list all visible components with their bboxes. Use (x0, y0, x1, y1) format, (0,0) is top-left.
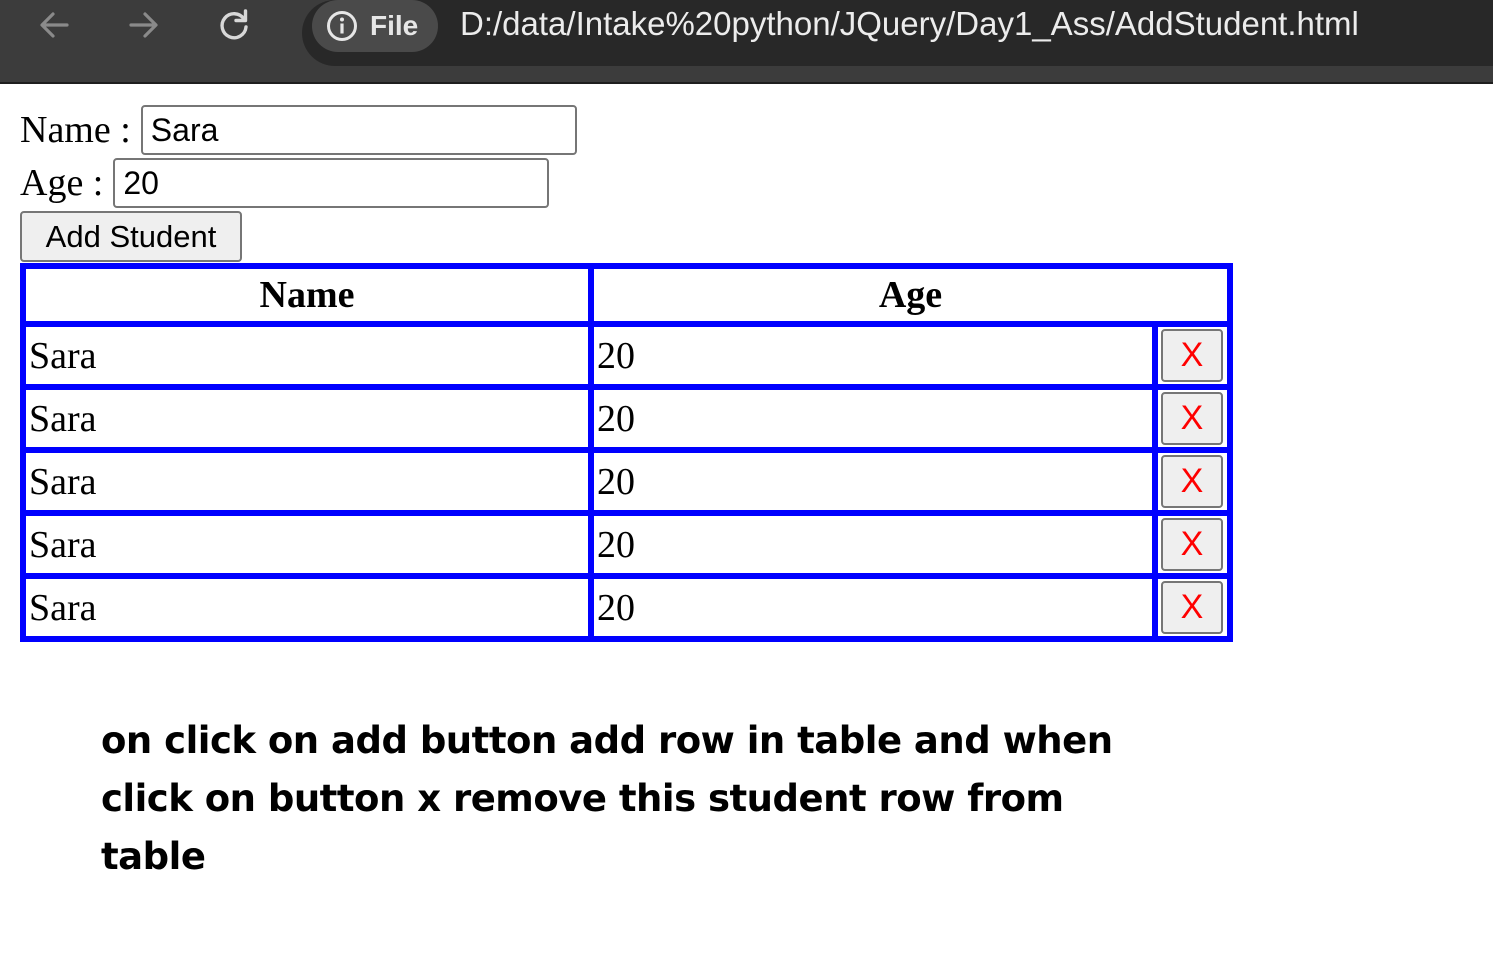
student-name-cell: Sara (23, 387, 591, 450)
student-age-cell: 20 (591, 387, 1155, 450)
forward-button[interactable] (121, 2, 167, 48)
student-name-cell: Sara (23, 324, 591, 387)
remove-cell: X (1155, 387, 1230, 450)
student-name-cell: Sara (23, 513, 591, 576)
age-label: Age : (20, 162, 104, 204)
remove-student-button[interactable]: X (1161, 329, 1223, 382)
student-name-cell: Sara (23, 450, 591, 513)
reload-icon (220, 9, 248, 40)
note-line: table (101, 835, 206, 878)
back-button[interactable] (31, 2, 77, 48)
remove-cell: X (1155, 450, 1230, 513)
info-icon (326, 10, 358, 42)
note-line: click on button x remove this student ro… (101, 777, 1064, 820)
remove-student-button[interactable]: X (1161, 392, 1223, 445)
students-table: Name Age Sara 20 X Sara 20 X Sara 20 X S (20, 263, 1233, 642)
remove-cell: X (1155, 576, 1230, 639)
age-row: Age : (20, 157, 550, 209)
forward-arrow-icon (129, 12, 158, 38)
browser-toolbar: File D:/data/Intake%20python/JQuery/Day1… (0, 0, 1493, 84)
name-label: Name : (20, 109, 131, 151)
table-row: Sara 20 X (23, 513, 1230, 576)
add-student-button[interactable]: Add Student (20, 211, 242, 262)
remove-cell: X (1155, 324, 1230, 387)
remove-student-button[interactable]: X (1161, 455, 1223, 508)
table-row: Sara 20 X (23, 324, 1230, 387)
assignment-note: on click on add button add row in table … (101, 712, 1141, 886)
table-row: Sara 20 X (23, 576, 1230, 639)
name-column-header: Name (23, 266, 591, 324)
remove-cell: X (1155, 513, 1230, 576)
site-chip-label: File (370, 10, 419, 41)
student-name-cell: Sara (23, 576, 591, 639)
student-age-cell: 20 (591, 513, 1155, 576)
age-column-header: Age (591, 266, 1230, 324)
student-age-cell: 20 (591, 450, 1155, 513)
note-line: on click on add button add row in table … (101, 719, 1113, 762)
student-age-cell: 20 (591, 576, 1155, 639)
name-input[interactable] (140, 105, 577, 155)
table-row: Sara 20 X (23, 387, 1230, 450)
table-header-row: Name Age (23, 266, 1230, 324)
remove-student-button[interactable]: X (1161, 518, 1223, 571)
url-text[interactable]: D:/data/Intake%20python/JQuery/Day1_Ass/… (460, 2, 1359, 46)
age-input[interactable] (113, 158, 550, 208)
student-age-cell: 20 (591, 324, 1155, 387)
site-info-chip[interactable]: File (312, 0, 438, 52)
table-row: Sara 20 X (23, 450, 1230, 513)
remove-student-button[interactable]: X (1161, 581, 1223, 634)
name-row: Name : (20, 104, 577, 156)
back-arrow-icon (40, 12, 69, 38)
reload-button[interactable] (211, 2, 257, 48)
